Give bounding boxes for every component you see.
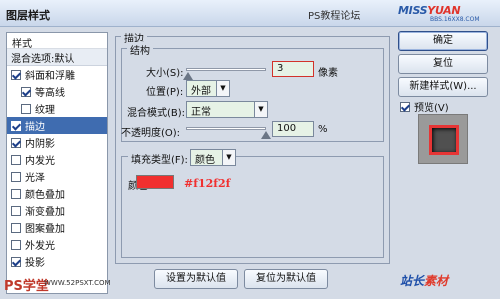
sidebar-item[interactable]: 外发光 [7,236,107,253]
sidebar-item-label: 等高线 [35,88,65,99]
blend-mode-dropdown[interactable]: 正常 ▼ [186,101,268,118]
watermark-logo-main: MISS [398,4,428,17]
size-label: 大小(S): [146,68,184,79]
chevron-down-icon: ▼ [222,150,235,165]
structure-title: 结构 [127,42,153,57]
size-slider-handle[interactable] [183,72,193,80]
opacity-unit: % [318,124,328,135]
sidebar-item-checkbox[interactable] [11,188,21,199]
blend-mode-label: 混合模式(B): [127,108,186,119]
fill-type-group [121,156,384,258]
sidebar-item-checkbox[interactable] [11,222,21,233]
sidebar-item[interactable]: 渐变叠加 [7,202,107,219]
sidebar-item[interactable]: 斜面和浮雕 [7,66,107,83]
sidebar-item-label: 颜色叠加 [25,190,65,201]
ps-logo-url: WWW.52PSXT.COM [44,279,111,287]
preview-toggle[interactable]: 预览(V) [400,99,449,114]
sidebar-item[interactable]: 颜色叠加 [7,185,107,202]
sidebar-item-label: 纹理 [35,105,55,116]
title-bar: 图层样式 PS教程论坛 MISSYUAN BBS.16XX8.COM [0,0,500,27]
sidebar-item-label: 渐变叠加 [25,207,65,218]
sidebar-item[interactable]: 光泽 [7,168,107,185]
preview-label: 预览(V) [414,103,449,114]
watermark-url: BBS.16XX8.COM [430,16,480,23]
sidebar-item-checkbox[interactable] [11,137,21,148]
sidebar-item-checkbox[interactable] [11,69,21,80]
styles-list: 样式 混合选项:默认 斜面和浮雕等高线纹理描边内阴影内发光光泽颜色叠加渐变叠加图… [6,32,108,294]
styles-header[interactable]: 样式 [7,33,107,50]
sidebar-item-checkbox[interactable] [11,205,21,216]
sidebar-item-label: 内发光 [25,156,55,167]
new-style-button[interactable]: 新建样式(W)... [398,77,488,97]
sidebar-item[interactable]: 内发光 [7,151,107,168]
sidebar-item[interactable]: 纹理 [7,100,107,117]
color-hex: #f12f2f [184,177,231,190]
sidebar-item-checkbox[interactable] [21,103,31,114]
ps-logo: PS学堂 WWW.52PSXT.COM [0,271,111,299]
sidebar-item-checkbox[interactable] [21,86,31,97]
chevron-down-icon: ▼ [254,102,267,117]
sidebar-item[interactable]: 描边 [7,117,107,134]
blend-mode-value: 正常 [191,107,211,118]
style-preview-thumbnail [418,114,468,164]
opacity-input[interactable]: 100 [272,121,314,137]
sidebar-item-label: 外发光 [25,241,55,252]
site-logo: 站长素材 [400,272,448,289]
sidebar-item-label: 内阴影 [25,139,55,150]
sidebar-item[interactable]: 等高线 [7,83,107,100]
sidebar-item[interactable]: 内阴影 [7,134,107,151]
position-dropdown[interactable]: 外部 ▼ [186,80,230,97]
opacity-slider-handle[interactable] [261,131,271,139]
size-slider-track[interactable] [186,68,266,71]
fill-type-label: 填充类型(F): [128,151,191,166]
fill-type-value: 颜色 [195,155,215,166]
sidebar-item-checkbox[interactable] [11,239,21,250]
position-value: 外部 [191,86,211,97]
opacity-slider-track[interactable] [186,127,266,130]
sidebar-item-label: 斜面和浮雕 [25,71,75,82]
blend-options-item[interactable]: 混合选项:默认 [7,49,107,66]
sidebar-item-label: 投影 [25,258,45,269]
ps-logo-text: PS学堂 [4,279,49,294]
size-input[interactable]: 3 [272,61,314,77]
color-swatch[interactable] [136,175,174,189]
reset-button[interactable]: 复位 [398,54,488,74]
sidebar-item-label: 光泽 [25,173,45,184]
position-label: 位置(P): [146,87,184,98]
fill-type-dropdown[interactable]: 颜色 ▼ [190,149,236,166]
sidebar-item-checkbox[interactable] [11,171,21,182]
opacity-label: 不透明度(O): [121,128,181,139]
sidebar-item-checkbox[interactable] [11,120,21,131]
site-logo-accent: 素材 [424,274,449,288]
sidebar-item-label: 描边 [25,122,45,133]
watermark-text: PS教程论坛 [308,11,361,22]
chevron-down-icon: ▼ [216,81,229,96]
site-logo-text: 站长 [400,274,425,288]
window-title: 图层样式 [6,9,50,22]
preview-checkbox[interactable] [400,101,410,112]
ok-button[interactable]: 确定 [398,31,488,51]
sidebar-item-label: 图案叠加 [25,224,65,235]
reset-default-button[interactable]: 复位为默认值 [244,269,328,289]
sidebar-item-checkbox[interactable] [11,154,21,165]
sidebar-item[interactable]: 图案叠加 [7,219,107,236]
set-default-button[interactable]: 设置为默认值 [154,269,238,289]
size-unit: 像素 [318,68,338,79]
sidebar-item[interactable]: 投影 [7,253,107,270]
sidebar-item-checkbox[interactable] [11,256,21,267]
